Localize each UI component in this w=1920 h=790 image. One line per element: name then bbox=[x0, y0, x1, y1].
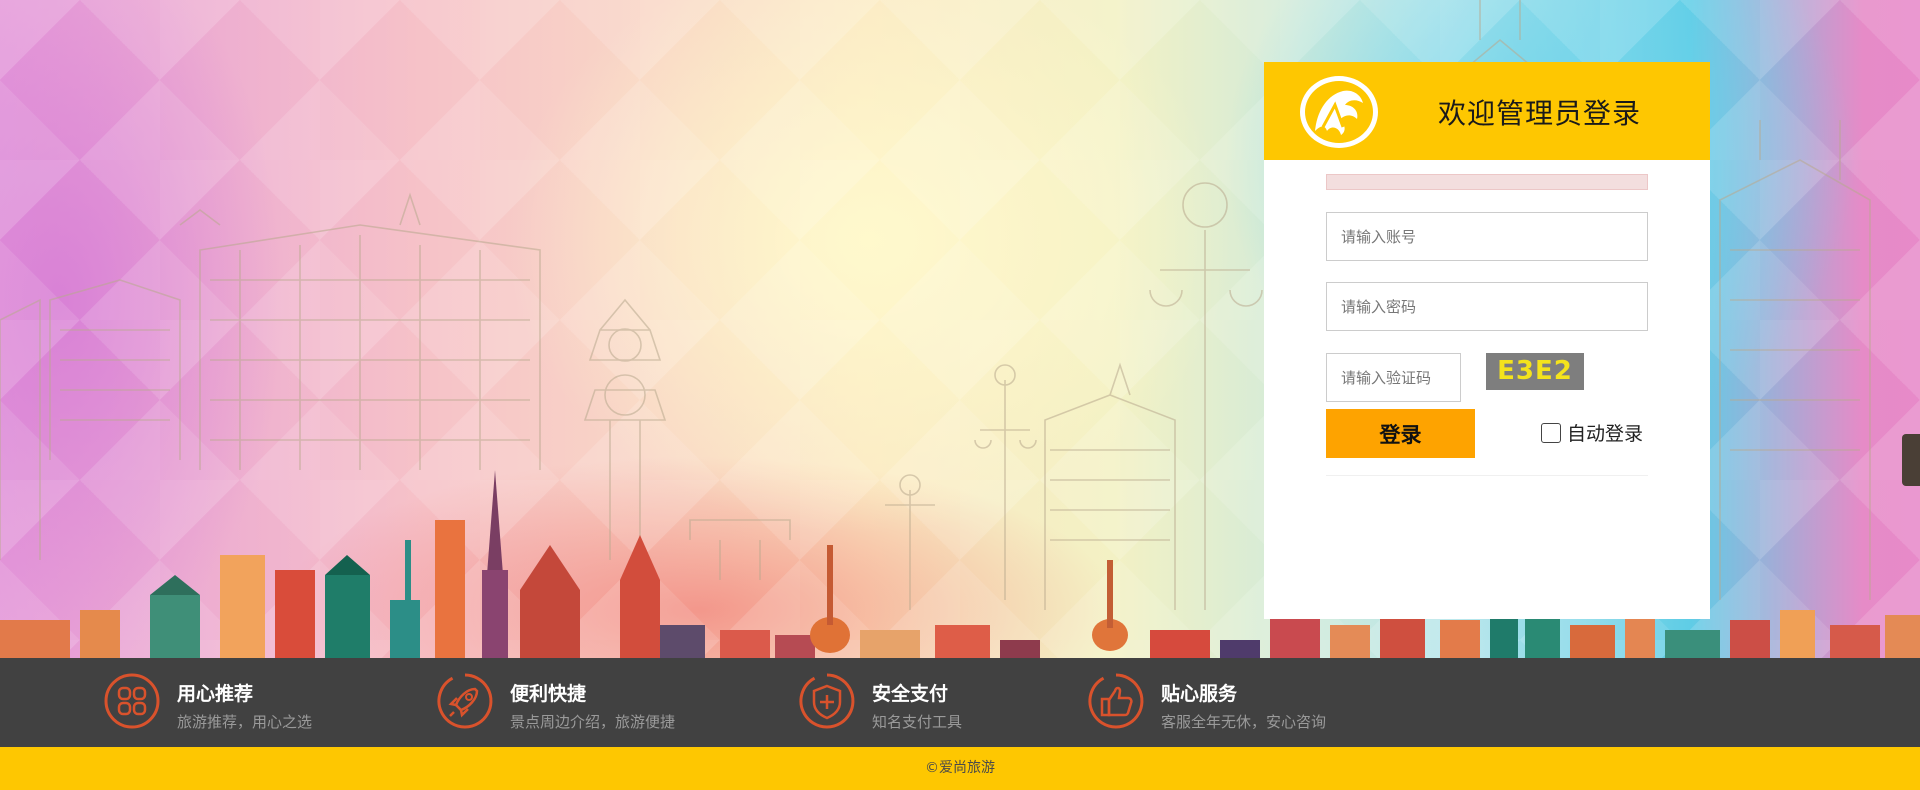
feature-desc: 知名支付工具 bbox=[872, 713, 963, 731]
feature-title: 安全支付 bbox=[872, 683, 949, 705]
login-header: 欢迎管理员登录 bbox=[1264, 62, 1710, 160]
four-squares-icon bbox=[104, 673, 160, 729]
account-input[interactable] bbox=[1326, 212, 1648, 261]
feature-title: 便利快捷 bbox=[510, 683, 587, 705]
error-message-bar bbox=[1326, 174, 1648, 190]
side-float-tab[interactable] bbox=[1902, 434, 1920, 486]
copyright-text: ©爱尚旅游 bbox=[925, 760, 995, 776]
divider bbox=[1326, 475, 1648, 476]
feature-title: 用心推荐 bbox=[177, 683, 254, 705]
auto-login-checkbox[interactable] bbox=[1541, 422, 1561, 443]
login-panel: 欢迎管理员登录 E3E2 登录 自动登录 bbox=[1264, 62, 1710, 619]
feature-bar: 用心推荐 旅游推荐，用心之选 便利快捷 景点周边介绍，旅游便捷 安全支付 知名支… bbox=[0, 658, 1920, 747]
feature-title: 贴心服务 bbox=[1161, 683, 1238, 705]
feature-desc: 景点周边介绍，旅游便捷 bbox=[510, 713, 676, 731]
feature-desc: 旅游推荐，用心之选 bbox=[177, 713, 313, 731]
brand-logo bbox=[1300, 76, 1378, 148]
rocket-icon bbox=[437, 673, 493, 729]
shield-icon bbox=[799, 673, 855, 729]
auto-login-label: 自动登录 bbox=[1567, 423, 1644, 445]
auto-login-option[interactable]: 自动登录 bbox=[1541, 419, 1643, 446]
captcha-image[interactable]: E3E2 bbox=[1486, 353, 1584, 390]
captcha-input[interactable] bbox=[1326, 353, 1461, 402]
password-input[interactable] bbox=[1326, 282, 1648, 331]
login-button[interactable]: 登录 bbox=[1326, 409, 1475, 458]
feature-desc: 客服全年无休，安心咨询 bbox=[1161, 713, 1327, 731]
thumbs-up-icon bbox=[1088, 673, 1144, 729]
login-title: 欢迎管理员登录 bbox=[1438, 97, 1642, 130]
footer: ©爱尚旅游 bbox=[0, 747, 1920, 790]
